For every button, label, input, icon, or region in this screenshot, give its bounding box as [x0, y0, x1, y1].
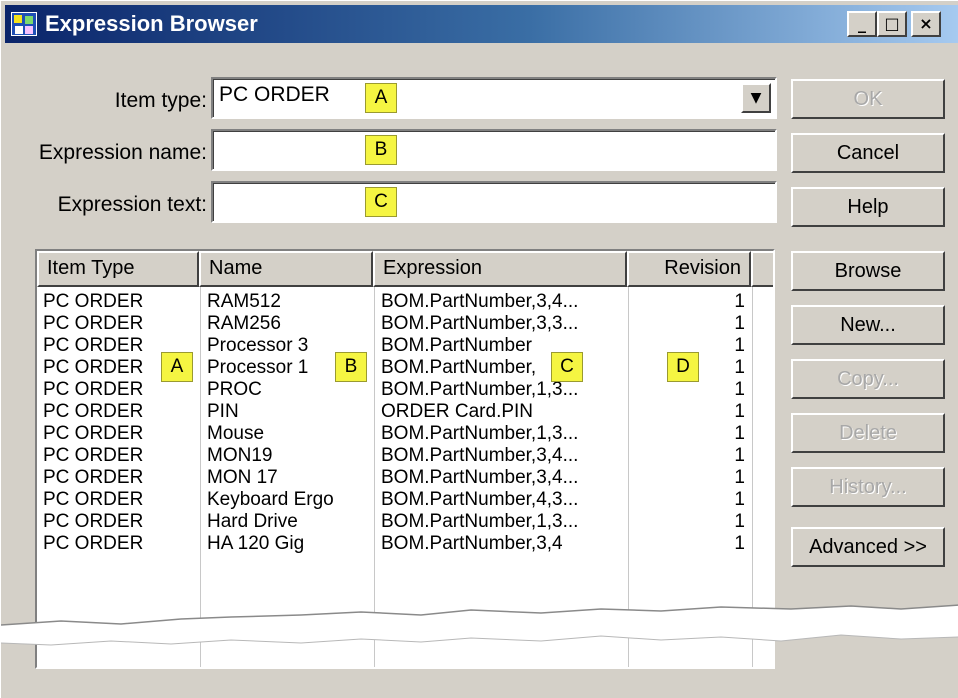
cell-expression: BOM.PartNumber,1,3...: [381, 379, 579, 400]
expression-browser-window: Expression Browser _ □ × Item type: PC O…: [0, 0, 958, 698]
close-button[interactable]: ×: [911, 11, 941, 37]
cell-expression: BOM.PartNumber,1,3...: [381, 423, 579, 444]
cell-expression: BOM.PartNumber,1,3...: [381, 511, 579, 532]
cell-revision: 1: [734, 533, 745, 554]
cell-name: Hard Drive: [207, 511, 298, 532]
cell-expression: BOM.PartNumber: [381, 335, 532, 356]
item-type-value: PC ORDER: [219, 83, 330, 106]
table-row[interactable]: PC ORDER Processor 1 BOM.PartNumber, 1: [37, 357, 773, 379]
cell-expression: BOM.PartNumber,3,4: [381, 533, 563, 554]
table-row[interactable]: PC ORDER HA 120 Gig BOM.PartNumber,3,4 1: [37, 533, 773, 555]
cell-expression: ORDER Card.PIN: [381, 401, 534, 422]
callout-marker-b2: B: [335, 352, 367, 382]
title-bar[interactable]: Expression Browser _ □ ×: [5, 5, 958, 43]
column-header-revision[interactable]: Revision: [627, 251, 751, 287]
cell-revision: 1: [734, 467, 745, 488]
column-header-item-type[interactable]: Item Type: [37, 251, 199, 287]
cell-expression: BOM.PartNumber,3,4...: [381, 445, 579, 466]
callout-marker-a2: A: [161, 352, 193, 382]
window-title: Expression Browser: [45, 11, 258, 36]
delete-button[interactable]: Delete: [791, 413, 945, 453]
torn-edge-divider: [1, 604, 958, 646]
cell-item-type: PC ORDER: [43, 445, 144, 466]
cell-name: MON19: [207, 445, 273, 466]
table-row[interactable]: PC ORDER Hard Drive BOM.PartNumber,1,3... 1: [37, 511, 773, 533]
minimize-button[interactable]: _: [847, 11, 877, 37]
advanced-button[interactable]: Advanced >>: [791, 527, 945, 567]
cell-name: HA 120 Gig: [207, 533, 305, 554]
table-row[interactable]: PC ORDER MON 17 BOM.PartNumber,3,4... 1: [37, 467, 773, 489]
table-row[interactable]: PC ORDER Keyboard Ergo BOM.PartNumber,4,3.…: [37, 489, 773, 511]
cell-revision: 1: [734, 313, 745, 334]
callout-marker-c: C: [365, 187, 397, 217]
cell-revision: 1: [734, 445, 745, 466]
cell-expression: BOM.PartNumber,3,4...: [381, 467, 579, 488]
table-row[interactable]: PC ORDER MON19 BOM.PartNumber,3,4... 1: [37, 445, 773, 467]
app-icon: [11, 12, 37, 36]
cancel-button[interactable]: Cancel: [791, 133, 945, 173]
expression-name-label: Expression name:: [38, 141, 207, 164]
cell-expression: BOM.PartNumber,: [381, 357, 537, 378]
cell-revision: 1: [734, 401, 745, 422]
copy-button[interactable]: Copy...: [791, 359, 945, 399]
new-button[interactable]: New...: [791, 305, 945, 345]
cell-revision: 1: [734, 489, 745, 510]
cell-item-type: PC ORDER: [43, 533, 144, 554]
cell-item-type: PC ORDER: [43, 379, 144, 400]
help-button[interactable]: Help: [791, 187, 945, 227]
callout-marker-a: A: [365, 83, 397, 113]
cell-revision: 1: [734, 379, 745, 400]
cell-item-type: PC ORDER: [43, 401, 144, 422]
table-row[interactable]: PC ORDER RAM256 BOM.PartNumber,3,3... 1: [37, 313, 773, 335]
column-header-filler: [751, 251, 773, 287]
cell-name: PROC: [207, 379, 262, 400]
cell-name: PIN: [207, 401, 239, 422]
cell-expression: BOM.PartNumber,3,4...: [381, 291, 579, 312]
cell-item-type: PC ORDER: [43, 423, 144, 444]
cell-item-type: PC ORDER: [43, 291, 144, 312]
expression-text-label: Expression text:: [57, 193, 207, 216]
cell-name: Mouse: [207, 423, 265, 444]
item-type-label: Item type:: [114, 89, 207, 112]
table-row[interactable]: PC ORDER PROC BOM.PartNumber,1,3... 1: [37, 379, 773, 401]
cell-expression: BOM.PartNumber,4,3...: [381, 489, 579, 510]
expression-name-input[interactable]: [211, 129, 777, 171]
ok-button[interactable]: OK: [791, 79, 945, 119]
callout-marker-d: D: [667, 352, 699, 382]
cell-revision: 1: [734, 511, 745, 532]
cell-item-type: PC ORDER: [43, 313, 144, 334]
expression-text-input[interactable]: [211, 181, 777, 223]
cell-item-type: PC ORDER: [43, 489, 144, 510]
cell-name: MON 17: [207, 467, 278, 488]
cell-revision: 1: [734, 423, 745, 444]
dropdown-arrow-icon[interactable]: ▼: [741, 83, 771, 113]
table-row[interactable]: PC ORDER PIN ORDER Card.PIN 1: [37, 401, 773, 423]
callout-marker-b: B: [365, 135, 397, 165]
table-row[interactable]: PC ORDER Mouse BOM.PartNumber,1,3... 1: [37, 423, 773, 445]
column-header-expression[interactable]: Expression: [373, 251, 627, 287]
cell-name: RAM512: [207, 291, 281, 312]
cell-item-type: PC ORDER: [43, 511, 144, 532]
maximize-button[interactable]: □: [877, 11, 907, 37]
cell-revision: 1: [734, 291, 745, 312]
table-row[interactable]: PC ORDER RAM512 BOM.PartNumber,3,4... 1: [37, 291, 773, 313]
cell-name: RAM256: [207, 313, 281, 334]
item-type-combo[interactable]: PC ORDER ▼: [211, 77, 777, 119]
history-button[interactable]: History...: [791, 467, 945, 507]
table-row[interactable]: PC ORDER Processor 3 BOM.PartNumber 1: [37, 335, 773, 357]
column-header-name[interactable]: Name: [199, 251, 373, 287]
cell-item-type: PC ORDER: [43, 467, 144, 488]
cell-expression: BOM.PartNumber,3,3...: [381, 313, 579, 334]
cell-name: Keyboard Ergo: [207, 489, 334, 510]
browse-button[interactable]: Browse: [791, 251, 945, 291]
callout-marker-c2: C: [551, 352, 583, 382]
